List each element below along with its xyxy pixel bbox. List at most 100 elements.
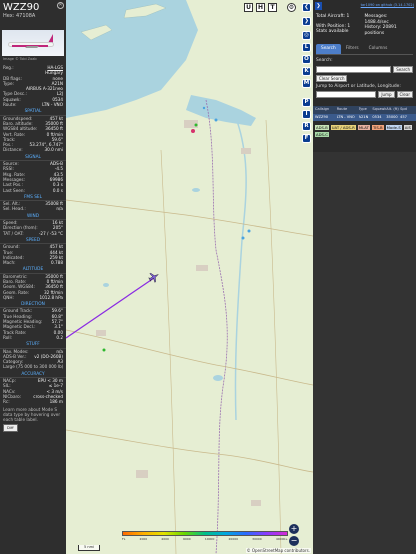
scale-bar: 5 nmi [78, 545, 100, 551]
search-input[interactable] [316, 65, 392, 73]
column-header-squawk[interactable]: Squawk [372, 107, 386, 113]
messages-rate: Messages: 1488.4/sec [364, 14, 389, 25]
ground-station-marker [214, 118, 218, 122]
search-button[interactable]: Search [393, 65, 413, 73]
table-header: Callsign Route Type Squawk Alt. (ft) Spd [313, 106, 416, 114]
detail-value: 0.0 s [52, 187, 63, 193]
version-link[interactable]: tar1090 on github (3.14.1702) [361, 3, 414, 9]
history-count: History: 20891 positions [364, 25, 397, 36]
detail-value: -27 / -53 °C [38, 230, 63, 236]
column-header-speed[interactable]: Spd [400, 107, 414, 113]
source-badge-mode-s: Mode-S [385, 125, 402, 131]
map-view[interactable]: U H T ⚙ ❮ ❯ ◎ L O K M P I R F FL 2000 40… [66, 0, 313, 554]
detail-row: Sel. Head.: n/a [3, 206, 63, 211]
stats-link[interactable]: Stats available [316, 29, 365, 35]
clear-search-button[interactable]: Clear Search [316, 74, 348, 82]
road [66, 429, 313, 473]
map-button-h[interactable]: H [256, 3, 265, 12]
zoom-out-button[interactable]: − [289, 536, 299, 546]
settings-gear-icon[interactable]: ⚙ [287, 3, 296, 12]
ground-station-marker [202, 106, 206, 110]
jump-label: Jump to Airport or Latitude, Longitude: [316, 83, 401, 89]
layers-icon[interactable]: ◎ [302, 31, 311, 40]
layer-button-o[interactable]: O [302, 55, 311, 64]
close-icon[interactable]: ✕ [57, 2, 64, 9]
detail-label: Sel. Head.: [3, 206, 26, 212]
section-body: Speed: 16 kt Direction (from): 205° TAT / OA… [0, 220, 66, 236]
flight-track [66, 277, 155, 339]
detail-label: Large (75 000 to 300 000 lb) [3, 364, 64, 370]
detail-value: 0.788 [51, 260, 63, 266]
detail-label: Last Seen: [3, 187, 25, 193]
section-body: Ground: 457 kt True: 444 kt Indicated: 259 kt… [0, 244, 66, 265]
town [251, 500, 261, 506]
cell-speed: 457 [400, 114, 407, 119]
tab-columns[interactable]: Columns [364, 44, 393, 54]
map-canvas[interactable] [66, 0, 313, 554]
detail-label: Type: [3, 80, 15, 86]
layer-button-p[interactable]: P [302, 98, 311, 107]
detail-row: Roll: 0.2 [3, 335, 63, 340]
alt-label: 20000 [228, 537, 239, 541]
river-ems [234, 117, 247, 421]
layer-button-m[interactable]: M [302, 79, 311, 88]
section-body: Groundspeed: 457 kt Baro. altitude: 35000 f… [0, 116, 66, 153]
jump-input[interactable] [316, 91, 377, 99]
layer-button-f[interactable]: F [302, 134, 311, 143]
column-header-route[interactable]: Route [337, 107, 359, 113]
map-button-u[interactable]: U [244, 3, 253, 12]
map-attribution[interactable]: © OpenStreetMap contributors. [245, 548, 311, 553]
zoom-in-button[interactable]: + [289, 524, 299, 534]
source-badge-ais: AIS [403, 125, 412, 131]
layer-button-i[interactable]: I [302, 110, 311, 119]
layer-button-l[interactable]: L [302, 43, 311, 52]
source-badge-ads-c: ADS-C [315, 132, 329, 138]
toggle-panel-arrow-icon[interactable]: ❯ [302, 17, 311, 26]
collapse-sidebar-button[interactable]: ❮ [302, 3, 311, 12]
diff-button[interactable]: Diff [3, 424, 18, 432]
hex-code: Hex: 47108A [3, 13, 36, 19]
detail-label: Distance: [3, 147, 23, 153]
tab-search[interactable]: Search [316, 44, 341, 54]
photo-credit: Image © Tobi Zoab [3, 57, 37, 61]
town [196, 265, 208, 271]
town [241, 148, 251, 154]
column-header-callsign[interactable]: Callsign [315, 107, 337, 113]
detail-value: LTN - VNO [42, 102, 63, 108]
detail-row: Mach: 0.788 [3, 260, 63, 265]
clear-button[interactable]: Clear [396, 91, 413, 99]
column-header-type[interactable]: Type [359, 107, 373, 113]
alt-label: 6000 [183, 537, 191, 541]
section-body: NACp: EPU < 30 m SIL: ≤ 1e-7 NACv: < 3 m/s NIC… [0, 378, 66, 404]
column-header-altitude[interactable]: Alt. (ft) [386, 107, 400, 113]
detail-row: Route: LTN - VNO [3, 102, 63, 107]
source-badge-ads-b: ADS-B [315, 125, 329, 131]
layer-button-r[interactable]: R [302, 122, 311, 131]
lake [192, 188, 200, 192]
source-badge-mlat: MLAT [357, 125, 370, 131]
road [265, 119, 282, 554]
detail-value: n/a [56, 206, 63, 212]
search-label: Search: [316, 57, 333, 63]
layer-button-k[interactable]: K [302, 67, 311, 76]
table-row[interactable]: WZZ90 LTN - VNO A21N 0534 35000 457 [313, 113, 416, 122]
aircraft-photo[interactable] [2, 30, 64, 56]
section-body: Barometric: 35000 ft Baro. Rate: 0 ft/min Ge… [0, 274, 66, 300]
section-body: Ground Track: 59.6° True Heading: 60.8° Magn… [0, 308, 66, 340]
detail-row: Last Seen: 0.0 s [3, 188, 63, 193]
section-body: Source: ADS-B RSSI: -4.5 Msg. Rate: 43.5 Messa… [0, 161, 66, 193]
ground-station-marker [247, 229, 251, 233]
detail-row: QNH: 1012.8 hPa [3, 295, 63, 300]
map-button-t[interactable]: T [268, 3, 277, 12]
section-body: Sel. Alt.: 35008 ft Sel. Head.: n/a [0, 201, 66, 212]
town [96, 330, 106, 336]
source-badge-uat-ads-r: UAT / ADS-R [330, 125, 356, 131]
jump-button[interactable]: Jump [378, 91, 395, 99]
sea-area [66, 0, 198, 118]
section-body: Nav. Modes: n/a ADS-B Ver.: v2 (DO-260B) Cat… [0, 349, 66, 370]
tab-filters[interactable]: Filters [341, 44, 364, 54]
source-legend: ADS-B UAT / ADS-R MLAT TIS-B Mode-S AIS ADS-C [313, 121, 416, 141]
border [205, 99, 228, 554]
road [66, 199, 313, 237]
expand-arrow-icon[interactable]: ❯ [315, 2, 322, 10]
